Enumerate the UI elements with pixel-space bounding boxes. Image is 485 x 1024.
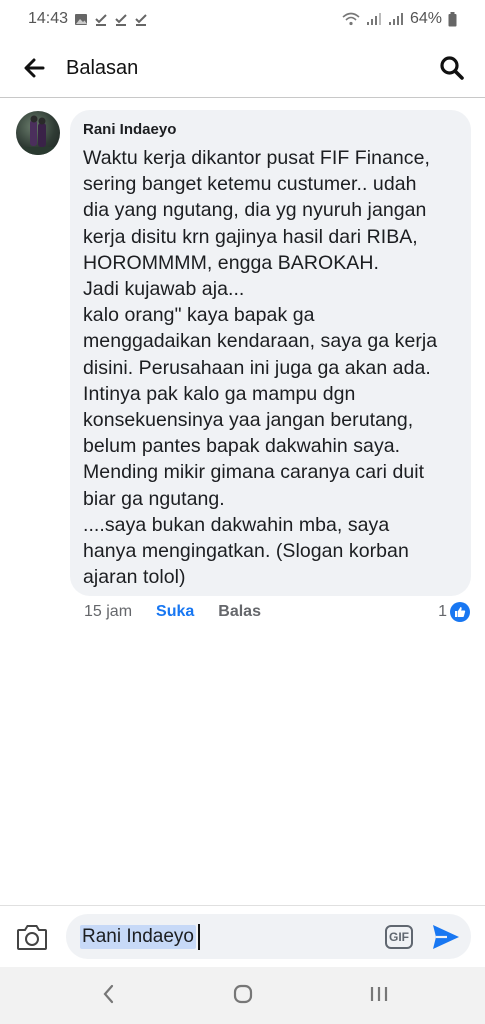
nav-back-button[interactable] <box>100 983 118 1010</box>
battery-percent: 64% <box>409 10 442 27</box>
notification-icons <box>74 13 148 26</box>
back-button[interactable] <box>18 53 50 83</box>
avatar[interactable] <box>16 111 60 155</box>
reply-button[interactable]: Balas <box>218 603 261 621</box>
comment-bubble[interactable]: Rani Indaeyo Waktu kerja dikantor pusat … <box>70 110 471 596</box>
send-icon <box>433 925 459 949</box>
gif-button[interactable]: GIF <box>385 925 413 949</box>
comment-time: 15 jam <box>84 603 133 620</box>
status-left: 14:43 <box>28 10 148 28</box>
profile-photo-icon <box>22 115 54 155</box>
arrow-left-icon <box>24 58 45 78</box>
chevron-left-icon <box>103 984 114 1004</box>
search-icon <box>440 56 464 80</box>
reaction-summary[interactable]: 1 <box>438 602 470 622</box>
mention-tag[interactable]: Rani Indaeyo <box>80 924 196 949</box>
search-button[interactable] <box>437 53 467 83</box>
recents-icon <box>370 987 388 1001</box>
comment-actions: 15 jam Suka Balas <box>84 603 261 621</box>
image-icon <box>75 13 88 25</box>
signal-icon <box>388 13 403 25</box>
like-reaction-icon <box>450 602 470 622</box>
signal-icon <box>366 13 381 25</box>
comment-input[interactable]: Rani Indaeyo GIF <box>66 914 471 959</box>
check-icon <box>135 13 147 26</box>
send-button[interactable] <box>431 923 461 951</box>
reaction-count: 1 <box>438 603 447 620</box>
page-title: Balasan <box>66 57 139 79</box>
status-right: 64% <box>342 10 457 28</box>
status-time: 14:43 <box>28 10 69 27</box>
wifi-icon <box>342 12 360 26</box>
battery-icon <box>448 11 457 26</box>
camera-button[interactable] <box>16 923 48 951</box>
status-bar: 14:43 64% <box>0 0 485 38</box>
check-icon <box>95 13 107 26</box>
nav-home-button[interactable] <box>232 983 254 1010</box>
like-button[interactable]: Suka <box>156 603 194 621</box>
home-icon <box>233 984 253 1004</box>
check-icon <box>115 13 127 26</box>
comment-author[interactable]: Rani Indaeyo <box>83 121 459 139</box>
reply-composer: Rani Indaeyo GIF <box>0 905 485 967</box>
nav-recents-button[interactable] <box>368 983 390 1010</box>
comment-text: Waktu kerja dikantor pusat FIF Finance, … <box>83 147 438 589</box>
camera-icon <box>17 925 47 950</box>
app-header: Balasan <box>0 38 485 98</box>
system-nav-bar <box>0 967 485 1024</box>
text-cursor <box>197 923 200 950</box>
